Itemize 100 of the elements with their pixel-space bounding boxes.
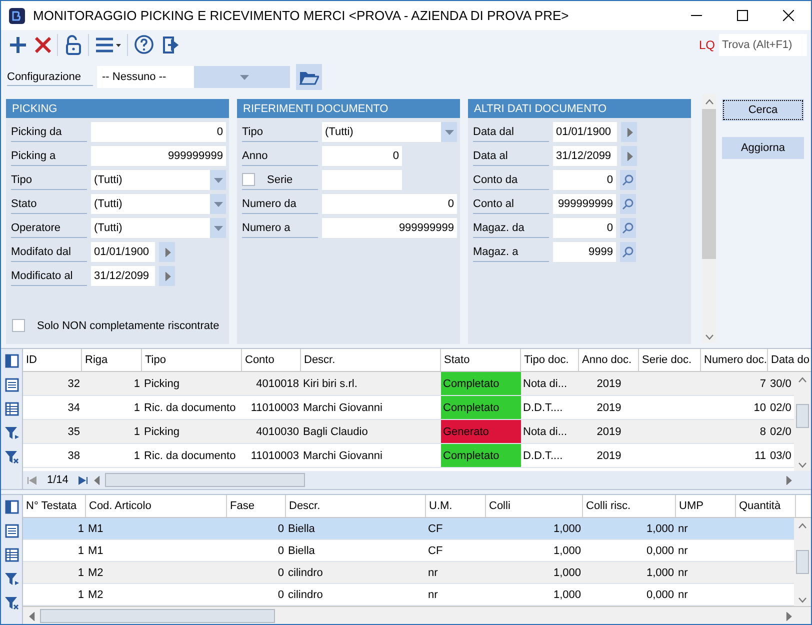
list-icon[interactable] bbox=[4, 378, 18, 392]
column-header[interactable]: Cod. Articolo bbox=[86, 495, 227, 517]
last-page-icon[interactable] bbox=[78, 476, 88, 484]
scroll-thumb[interactable] bbox=[796, 550, 809, 574]
up-caret-icon[interactable] bbox=[704, 96, 714, 106]
table-cell-text: 35 bbox=[66, 424, 81, 440]
date-field[interactable]: 31/12/2099 bbox=[553, 146, 617, 166]
table-icon[interactable] bbox=[4, 548, 18, 562]
column-header[interactable]: Descr. bbox=[301, 349, 441, 371]
table-row[interactable]: 1 M1 0 Biella CF 1,000 1,000 nr bbox=[23, 518, 794, 540]
table-cell-text: 1,000 bbox=[645, 522, 675, 536]
table-cell-text: 03/0 bbox=[769, 448, 792, 464]
column-header[interactable]: Colli bbox=[486, 495, 583, 517]
date-field[interactable]: 01/01/1900 bbox=[91, 242, 155, 262]
lookup-button[interactable] bbox=[620, 170, 636, 190]
configuration-dropdown[interactable]: -- Nessuno -- bbox=[97, 66, 290, 88]
filter-icon[interactable] bbox=[4, 596, 20, 610]
column-header[interactable]: Quantità bbox=[736, 495, 796, 517]
first-page-icon[interactable] bbox=[27, 476, 37, 484]
scrollbar[interactable] bbox=[702, 94, 716, 343]
number-field[interactable]: 999999999 bbox=[91, 146, 226, 166]
column-chooser-icon[interactable] bbox=[4, 354, 18, 368]
text-field[interactable] bbox=[322, 170, 402, 190]
scrollbar[interactable] bbox=[794, 518, 811, 606]
scrollbar[interactable] bbox=[794, 372, 811, 471]
right-arrow-icon[interactable] bbox=[624, 152, 634, 160]
table-row[interactable]: 35 1 Picking 4010030 Bagli Claudio Generato Nota di... 2019 8 02/0 bbox=[23, 420, 794, 444]
number-field[interactable]: 0 bbox=[322, 194, 457, 214]
column-chooser-icon[interactable] bbox=[4, 500, 18, 514]
table-cell-text: 1,000 bbox=[552, 566, 582, 580]
field-label: Anno bbox=[242, 146, 318, 166]
up-caret-icon[interactable] bbox=[798, 520, 807, 530]
table-cell-text: Marchi Giovanni bbox=[302, 400, 384, 416]
date-field[interactable]: 31/12/2099 bbox=[91, 266, 155, 286]
column-header[interactable]: Stato bbox=[441, 349, 521, 371]
list-icon[interactable] bbox=[4, 524, 18, 538]
column-header[interactable]: Tipo bbox=[142, 349, 242, 371]
column-header[interactable]: Conto bbox=[242, 349, 301, 371]
column-header[interactable]: U.M. bbox=[426, 495, 486, 517]
column-header[interactable]: ID bbox=[23, 349, 82, 371]
table-row[interactable]: 32 1 Picking 4010018 Kiri biri s.rl. Completato Nota di... 2019 7 30/0 bbox=[23, 372, 794, 396]
lookup-field[interactable]: 999999999 bbox=[553, 194, 616, 214]
left-arrow-icon[interactable] bbox=[92, 476, 102, 484]
dropdown-arrow-icon bbox=[214, 178, 222, 182]
right-arrow-icon[interactable] bbox=[162, 248, 172, 256]
date-picker-button[interactable] bbox=[159, 266, 175, 286]
number-field[interactable]: 0 bbox=[322, 146, 402, 166]
open-button[interactable] bbox=[296, 64, 322, 90]
table-icon[interactable] bbox=[4, 402, 18, 416]
action-button[interactable]: Cerca bbox=[722, 99, 804, 121]
column-header[interactable]: Serie doc. bbox=[639, 349, 701, 371]
table-cell-text: 1 bbox=[76, 522, 85, 536]
scroll-thumb[interactable] bbox=[796, 404, 809, 428]
lookup-field[interactable]: 9999 bbox=[553, 242, 616, 262]
column-header[interactable]: UMP bbox=[676, 495, 736, 517]
filter-icon[interactable] bbox=[4, 450, 20, 464]
filter-icon[interactable] bbox=[4, 572, 20, 586]
field-label: Data al bbox=[473, 146, 549, 166]
table-cell-text: 4010018 bbox=[255, 376, 300, 392]
number-field[interactable]: 0 bbox=[91, 122, 226, 142]
column-header[interactable]: Riga bbox=[82, 349, 142, 371]
lookup-button[interactable] bbox=[620, 194, 636, 214]
table-cell-text: cilindro bbox=[287, 566, 324, 580]
column-header[interactable]: Numero doc. bbox=[701, 349, 768, 371]
up-caret-icon[interactable] bbox=[798, 374, 807, 384]
date-picker-button[interactable] bbox=[621, 122, 637, 142]
action-button[interactable]: Aggiorna bbox=[722, 137, 804, 159]
right-arrow-icon[interactable] bbox=[784, 612, 793, 620]
date-picker-button[interactable] bbox=[621, 146, 637, 166]
lookup-field[interactable]: 0 bbox=[553, 170, 616, 190]
table-row[interactable]: 38 1 Ric. da documento 11010003 Marchi Giovanni Completato D.D.T.... 2019 11 03/0 bbox=[23, 444, 794, 468]
column-header[interactable]: Anno doc. bbox=[579, 349, 639, 371]
search-field[interactable]: Trova (Alt+F1) bbox=[719, 34, 807, 56]
number-field[interactable]: 999999999 bbox=[322, 218, 457, 238]
scroll-thumb[interactable] bbox=[702, 109, 716, 259]
lookup-button[interactable] bbox=[620, 242, 636, 262]
date-field[interactable]: 01/01/1900 bbox=[553, 122, 617, 142]
close-icon[interactable] bbox=[782, 10, 794, 21]
maximize-icon[interactable] bbox=[736, 10, 748, 21]
column-header[interactable]: Data do bbox=[768, 349, 811, 371]
column-header[interactable]: Fase bbox=[227, 495, 286, 517]
scrollbar[interactable] bbox=[23, 606, 811, 624]
column-header[interactable]: Descr. bbox=[286, 495, 426, 517]
lookup-button[interactable] bbox=[620, 218, 636, 238]
scroll-thumb[interactable] bbox=[105, 473, 306, 487]
left-arrow-icon[interactable] bbox=[27, 612, 36, 620]
column-header[interactable]: N° Testata bbox=[23, 495, 86, 517]
date-picker-button[interactable] bbox=[159, 242, 175, 262]
right-arrow-icon[interactable] bbox=[624, 128, 634, 136]
right-arrow-icon[interactable] bbox=[162, 272, 172, 280]
right-arrow-icon[interactable] bbox=[784, 476, 793, 484]
table-cell-text: Kiri biri s.rl. bbox=[302, 376, 358, 392]
lookup-field[interactable]: 0 bbox=[553, 218, 616, 238]
filter-icon[interactable] bbox=[4, 426, 20, 440]
checkbox[interactable] bbox=[242, 173, 255, 186]
column-header[interactable]: Colli risc. bbox=[583, 495, 676, 517]
table-row[interactable]: 1 M2 0 cilindro nr 1,000 1,000 nr bbox=[23, 562, 794, 584]
column-header[interactable]: Tipo doc. bbox=[521, 349, 579, 371]
checkbox[interactable] bbox=[12, 319, 25, 332]
scroll-thumb[interactable] bbox=[40, 609, 275, 623]
